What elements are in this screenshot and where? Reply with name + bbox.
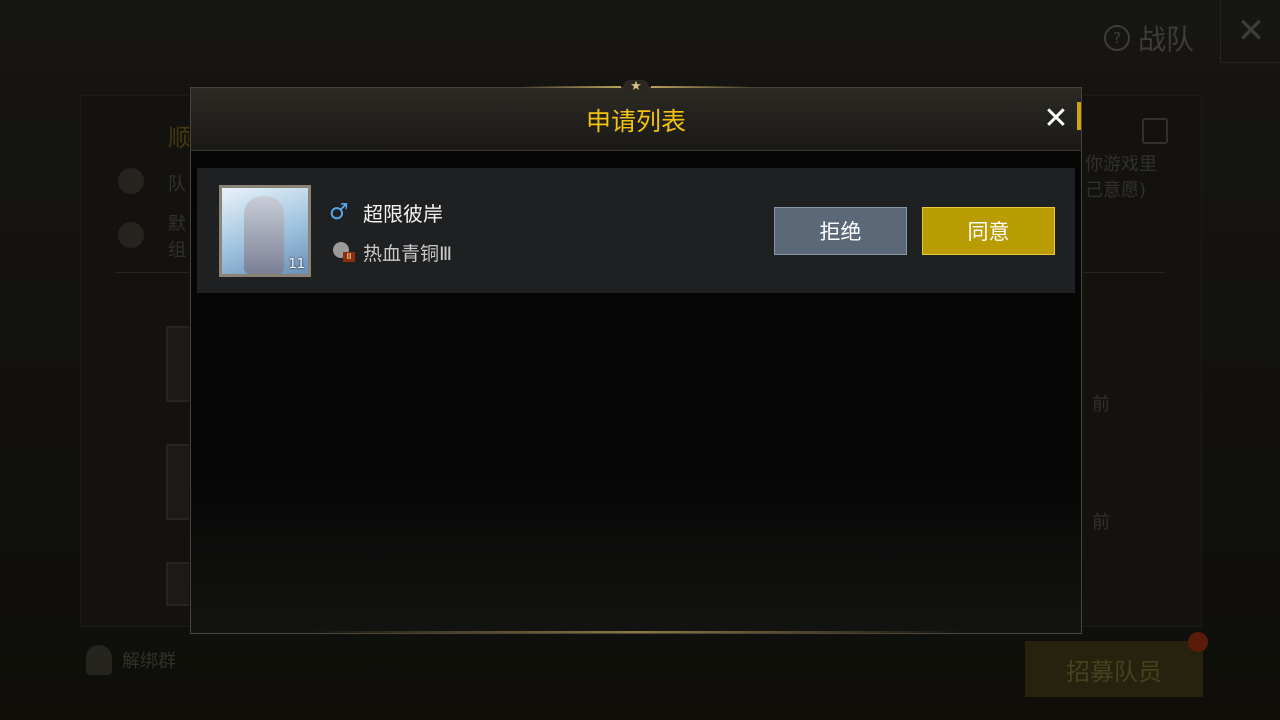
avatar-level: 11 — [288, 257, 305, 272]
avatar[interactable]: 11 — [219, 185, 311, 277]
star-icon: ★ — [623, 80, 649, 94]
applicant-rank: 热血青铜Ⅲ — [363, 243, 453, 265]
application-list-dialog: ★ 申请列表 ✕ 11 ♂ 超限彼岸 Ⅲ 热血青铜Ⅲ 拒绝 同意 — [190, 80, 1082, 634]
rank-tier-badge: Ⅲ — [343, 252, 355, 262]
close-accent — [1077, 102, 1081, 130]
male-icon: ♂ — [329, 200, 349, 225]
reject-button[interactable]: 拒绝 — [774, 207, 907, 255]
header-ornament: ★ — [511, 80, 761, 94]
applicant-row: 11 ♂ 超限彼岸 Ⅲ 热血青铜Ⅲ 拒绝 同意 — [197, 168, 1075, 293]
ornament-line — [521, 86, 621, 88]
character-figure — [244, 196, 284, 274]
close-icon[interactable]: ✕ — [1039, 102, 1073, 136]
accept-button[interactable]: 同意 — [922, 207, 1055, 255]
applicant-name: 超限彼岸 — [363, 202, 443, 226]
dialog-title: 申请列表 — [585, 107, 686, 136]
ornament-line — [651, 86, 751, 88]
dialog-header: ★ 申请列表 ✕ — [191, 80, 1081, 151]
bottom-glow — [311, 631, 961, 633]
